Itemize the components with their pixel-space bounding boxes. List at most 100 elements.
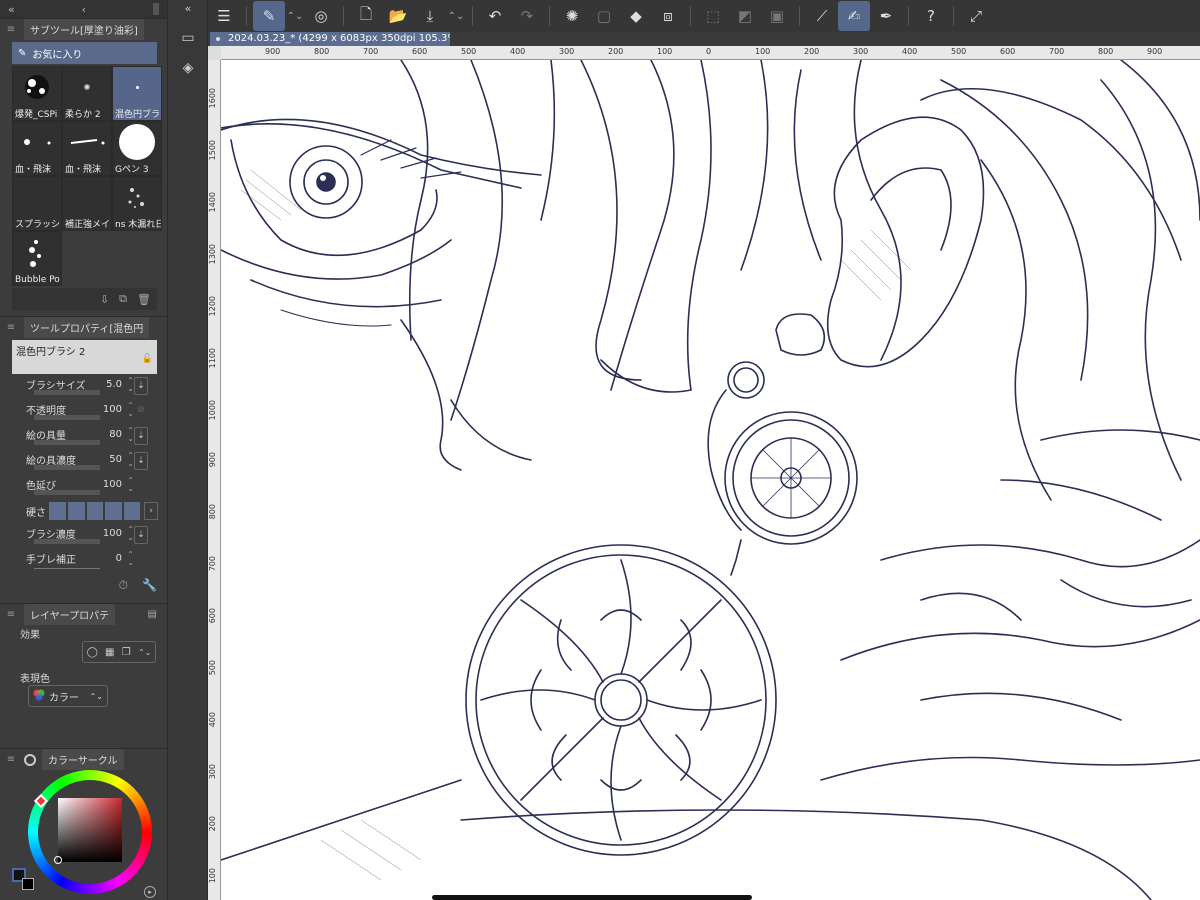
selection-border-icon[interactable]: ▣ [761,1,793,31]
brush-item-selected[interactable]: 混色円ブラシ [112,66,162,121]
prop-value[interactable]: 100 [103,404,122,415]
help-icon[interactable]: ? [915,1,947,31]
drag-handle-icon[interactable]: ≡ [4,322,18,333]
favorites-group[interactable]: ✎ お気に入り [12,42,157,64]
brush-item[interactable]: Gペン 3 [112,121,162,176]
invert-selection-icon[interactable]: ◩ [729,1,761,31]
spinner-icon[interactable]: ⌃⌄ [127,377,134,393]
ruler-top[interactable]: 900 800 700 600 500 400 300 200 100 0 100 200 300 400… [221,46,1200,60]
prop-value[interactable]: 50 [109,454,122,465]
spinner-icon[interactable]: ⌃⌄ [127,526,134,542]
drag-handle-icon[interactable]: ≡ [4,24,18,35]
border-effect-icon[interactable]: ◯ [87,647,98,658]
edit-mode-icon[interactable]: ✎ [253,1,285,31]
expression-color-select[interactable]: カラー ⌃⌄ [28,685,108,707]
brush-item[interactable]: 柔らか 2 [62,66,112,121]
hardness-step[interactable] [49,502,67,520]
prop-brush-density[interactable]: ブラシ濃度 100 ⌃ ⌄ ⇣ [12,523,158,548]
import-icon[interactable]: ⇩ [100,293,109,306]
sv-handle[interactable] [54,856,62,864]
chevron-updown-icon[interactable]: ⌃⌄ [446,1,466,31]
prop-paint-amount[interactable]: 絵の具量 80 ⌃ ⌄ ⇣ [12,424,158,449]
layer-property-tab[interactable]: レイヤープロパテ [24,604,116,625]
pen-snap-icon[interactable]: ✒ [870,1,902,31]
prop-brush-size[interactable]: ブラシサイズ 5.0 ⌃ ⌄ ⇣ [12,374,158,399]
prop-opacity[interactable]: 不透明度 100 ⌃ ⌄ ⊘ [12,399,158,424]
spinner-icon[interactable]: ⌃⌄ [138,648,151,657]
prop-slider[interactable] [34,490,100,495]
trash-icon[interactable]: 🗑 [137,293,151,306]
collapse-left-icon[interactable]: « [8,3,15,16]
brush-snap-icon[interactable]: ✍ [838,1,870,31]
prop-value[interactable]: 100 [103,479,122,490]
play-icon[interactable]: ▸ [144,886,156,898]
brush-item[interactable]: ns 木漏れ日 [112,176,162,231]
brush-item[interactable]: スプラッシ [12,176,62,231]
brush-item[interactable]: 血・飛沫 [62,121,112,176]
prop-color-stretch[interactable]: 色延び 100 ⌃ ⌄ [12,474,158,499]
sub-tool-tab[interactable]: サブツール[厚塗り油彩] [24,19,144,40]
link-icon[interactable]: ⊘ [134,402,148,420]
ruler-left[interactable]: 1600 1500 1400 1300 1200 1100 1000 900 800 700 600… [208,60,221,900]
brush-item[interactable]: 血・飛沫 [12,121,62,176]
color-wheel[interactable] [28,770,152,894]
dynamics-icon[interactable]: ⇣ [134,452,148,470]
navigator-icon[interactable]: ▭ [178,30,198,48]
chevron-updown-icon[interactable]: ⌃⌄ [285,1,305,31]
hardness-step[interactable] [68,502,85,520]
spinner-icon[interactable]: ⌃⌄ [127,427,134,443]
save-icon[interactable]: ⤓ [414,1,446,31]
prop-value[interactable]: 100 [103,528,122,539]
lock-icon[interactable]: 🔓 [142,354,153,364]
fullscreen-icon[interactable]: ⤢ [960,1,992,31]
layers-icon[interactable]: ◈ [178,60,198,78]
brush-item[interactable]: 補正強メイ [62,176,112,231]
spinner-icon[interactable]: ⌃⌄ [127,402,134,418]
sub-color-swatch[interactable] [22,878,34,890]
clear-icon[interactable]: ▢ [588,1,620,31]
drag-handle-icon[interactable]: ≡ [4,609,18,620]
transform-icon[interactable]: ⧈ [652,1,684,31]
layer-color-icon[interactable]: ❐ [122,647,131,658]
brush-item[interactable]: 爆発_CSPi [12,66,62,121]
spinner-icon[interactable]: ⌃⌄ [127,551,134,567]
dynamics-icon[interactable]: ⇣ [134,427,148,445]
prop-slider[interactable] [34,564,100,569]
prop-value[interactable]: 0 [116,553,122,564]
wrench-icon[interactable]: 🔧 [142,578,157,592]
prop-hardness[interactable]: 硬さ › [12,499,159,523]
prop-slider[interactable] [34,465,100,470]
spinner-icon[interactable]: ⌃⌄ [127,477,134,493]
document-tab[interactable]: 2024.03.23_* (4299 x 6083px 350dpi 105.3… [210,32,450,46]
tool-property-tab[interactable]: ツールプロパティ[混色円 [24,317,150,338]
prop-value[interactable]: 80 [109,429,122,440]
spinner-icon[interactable]: ⌃⌄ [127,452,134,468]
tone-effect-icon[interactable]: ▦ [105,647,114,658]
collapse-icon[interactable]: « [178,2,198,20]
open-folder-icon[interactable]: 📂 [382,1,414,31]
drag-handle-icon[interactable]: ≡ [4,754,18,765]
chevron-right-icon[interactable]: › [144,502,159,520]
prop-slider[interactable] [34,390,100,395]
deselect-icon[interactable]: ⬚ [697,1,729,31]
undo-icon[interactable]: ↶ [479,1,511,31]
reset-icon[interactable]: ⏱ [119,578,128,593]
loading-icon[interactable]: ✺ [556,1,588,31]
ruler-snap-icon[interactable]: ⟋ [806,1,838,31]
prop-value[interactable]: 5.0 [106,379,122,390]
panel-menu-icon[interactable]: ▤ [148,609,157,620]
menu-icon[interactable]: ☰ [208,1,240,31]
drawing-canvas[interactable] [221,60,1200,900]
color-circle-tab[interactable]: カラーサークル [42,749,124,770]
prop-slider[interactable] [34,440,100,445]
fill-icon[interactable]: ◆ [620,1,652,31]
prop-stabilization[interactable]: 手ブレ補正 0 ⌃ ⌄ [12,548,158,573]
duplicate-icon[interactable]: ⧉ [119,292,127,306]
prop-slider[interactable] [34,539,100,544]
hardness-step[interactable] [123,502,141,520]
spiral-icon[interactable]: ◎ [305,1,337,31]
hardness-step[interactable] [105,502,122,520]
prop-slider[interactable] [34,415,100,420]
dynamics-icon[interactable]: ⇣ [134,377,148,395]
new-file-icon[interactable]: 🗋 [350,1,382,31]
